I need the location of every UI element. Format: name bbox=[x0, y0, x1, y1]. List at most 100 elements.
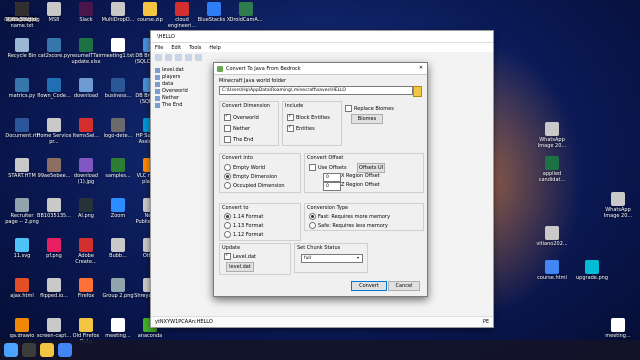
desktop-icon[interactable]: qa.drawio bbox=[4, 318, 40, 339]
tree-item-nether[interactable]: Nether bbox=[155, 95, 211, 102]
checkbox-level-dat[interactable]: Level.dat bbox=[224, 252, 256, 260]
desktop-icon[interactable]: download (1).jpg bbox=[68, 158, 104, 185]
redo-icon[interactable] bbox=[185, 53, 192, 61]
desktop-icon[interactable]: course.zip bbox=[132, 2, 168, 23]
level-dat-button[interactable]: level.dat bbox=[226, 262, 254, 272]
tree-item-the-end[interactable]: The End bbox=[155, 102, 211, 109]
chunk-status-select[interactable]: full bbox=[301, 254, 363, 263]
file-explorer-icon[interactable] bbox=[40, 343, 54, 357]
menu-file[interactable]: File bbox=[155, 45, 163, 51]
desktop-icon[interactable]: 99ae5ebee... bbox=[36, 158, 72, 179]
desktop-icon[interactable]: Zoom bbox=[100, 198, 136, 219]
desktop-icon[interactable]: Slack bbox=[68, 2, 104, 23]
desktop-icon[interactable]: Recruiter page -- 2.png bbox=[4, 198, 40, 225]
checkbox-entities[interactable]: Entities bbox=[287, 124, 315, 132]
radio-empty-dimension[interactable]: Empty Dimension bbox=[224, 173, 277, 180]
folder-path-input[interactable]: C:\Users\Hp\AppData\Roaming\.minecraft\s… bbox=[219, 86, 413, 95]
chevron-down-icon[interactable]: ▾ bbox=[357, 255, 359, 260]
cancel-button[interactable]: Cancel bbox=[388, 281, 420, 291]
desktop-icon[interactable]: Document.rtf bbox=[4, 118, 40, 139]
desktop-icon[interactable]: Group 2.png bbox=[100, 278, 136, 299]
checkbox-use-offsets[interactable]: Use Offsets bbox=[309, 164, 347, 171]
menu-tools[interactable]: Tools bbox=[189, 45, 201, 51]
biomes-button[interactable]: Biomes bbox=[351, 114, 383, 124]
radio-fast[interactable]: Fast: Requires more memory bbox=[309, 213, 390, 220]
desktop-icon[interactable]: meeting... bbox=[100, 318, 136, 339]
menu-edit[interactable]: Edit bbox=[171, 45, 181, 51]
chrome-icon[interactable] bbox=[58, 343, 72, 357]
desktop-icon[interactable]: WhatsApp Image 20... bbox=[600, 192, 636, 219]
file-icon bbox=[79, 278, 93, 292]
desktop-icon[interactable]: BB1035135... bbox=[36, 198, 72, 219]
checkbox-the-end[interactable]: The End bbox=[224, 136, 253, 143]
desktop-icon[interactable]: meeting... bbox=[600, 318, 636, 339]
save-icon[interactable] bbox=[165, 53, 172, 61]
checkbox-replace-biomes[interactable]: Replace Biomes bbox=[345, 105, 394, 112]
menu-help[interactable]: Help bbox=[209, 45, 220, 51]
radio-1-14-format[interactable]: 1.14 Format bbox=[224, 213, 263, 220]
tree-item-overworld[interactable]: Overworld bbox=[155, 88, 211, 95]
desktop-icon[interactable]: ajax.html bbox=[4, 278, 40, 299]
dialog-titlebar[interactable]: Convert To Java From Bedrock ✕ bbox=[214, 63, 427, 75]
desktop-icon[interactable]: Recycle Bin bbox=[4, 38, 40, 59]
desktop-icon[interactable]: Adobe Create... bbox=[68, 238, 104, 265]
radio-occupied-dimension[interactable]: Occupied Dimension bbox=[224, 182, 285, 189]
desktop-icon[interactable]: Home Service pr... bbox=[36, 118, 72, 145]
desktop-icon[interactable]: vitiano202... bbox=[534, 226, 570, 247]
desktop-icon[interactable]: Firefox bbox=[68, 278, 104, 299]
open-icon[interactable] bbox=[155, 53, 162, 61]
radio-1-13-format[interactable]: 1.13 Format bbox=[224, 222, 263, 229]
convert-dialog[interactable]: Convert To Java From Bedrock ✕ Minecraft… bbox=[213, 62, 428, 297]
checkbox-overworld[interactable]: Overworld bbox=[224, 113, 259, 121]
desktop-icon[interactable]: meeting1.txt bbox=[100, 38, 136, 59]
checkbox-nether[interactable]: Nether bbox=[224, 125, 250, 132]
desktop-icon[interactable]: MS8 bbox=[36, 2, 72, 23]
desktop-icon[interactable]: screen-capt... bbox=[36, 318, 72, 339]
browse-folder-icon[interactable] bbox=[413, 86, 422, 97]
undo-icon[interactable] bbox=[175, 53, 182, 61]
search-icon[interactable] bbox=[22, 343, 36, 357]
desktop-icon[interactable]: cat2score.py bbox=[36, 38, 72, 59]
desktop-icon[interactable]: upgrade.png bbox=[574, 260, 610, 281]
checkbox-block-entities[interactable]: Block Entities bbox=[287, 113, 330, 121]
window-titlebar[interactable]: \HELLO bbox=[151, 31, 493, 43]
convert-button[interactable]: Convert bbox=[351, 281, 387, 291]
x-offset-spinner[interactable]: 0 bbox=[323, 173, 341, 182]
radio-empty-world[interactable]: Empty World bbox=[224, 164, 265, 171]
radio-safe[interactable]: Safe: Requires less memory bbox=[309, 222, 388, 229]
desktop-icon[interactable]: resumeITTair update.xlsx bbox=[68, 38, 104, 65]
start-icon[interactable] bbox=[4, 343, 18, 357]
desktop-icon[interactable]: cloud engineeri... bbox=[164, 2, 200, 29]
tree-item-data[interactable]: data bbox=[155, 81, 211, 88]
desktop-icon[interactable]: DroidCamA... bbox=[228, 2, 264, 23]
desktop-icon[interactable]: AI.png bbox=[68, 198, 104, 219]
close-icon[interactable]: ✕ bbox=[415, 63, 427, 74]
tree-item-level-dat[interactable]: level.dat bbox=[155, 67, 211, 74]
desktop-icon-label: logo-dete... bbox=[103, 133, 133, 139]
z-offset-spinner[interactable]: 0 bbox=[323, 182, 341, 191]
tree-item-label: players bbox=[162, 74, 181, 80]
radio-1-12-format[interactable]: 1.12 Format bbox=[224, 231, 263, 238]
desktop-icon[interactable]: applied candidat... bbox=[534, 156, 570, 183]
desktop-icon[interactable]: flipped.io... bbox=[36, 278, 72, 299]
desktop-icon[interactable]: ItemsSel... bbox=[68, 118, 104, 139]
refresh-icon[interactable] bbox=[195, 53, 202, 61]
desktop-icon[interactable]: BlueStacks X bbox=[196, 2, 232, 23]
desktop-icon[interactable]: flown_Code... bbox=[36, 78, 72, 99]
desktop-icon[interactable]: WhatsApp Image 20... bbox=[534, 122, 570, 149]
file-icon bbox=[611, 318, 625, 332]
desktop-icon[interactable]: matrics.py bbox=[4, 78, 40, 99]
desktop-icon[interactable]: OBS Studio bbox=[4, 2, 40, 23]
desktop-icon[interactable]: 11.svg bbox=[4, 238, 40, 259]
desktop-icon[interactable]: MultiDropD... bbox=[100, 2, 136, 23]
offsets-ui-button[interactable]: Offsets UI bbox=[357, 163, 385, 173]
desktop-icon[interactable]: course.html bbox=[534, 260, 570, 281]
desktop-icon[interactable]: logo-dete... bbox=[100, 118, 136, 139]
desktop-icon[interactable]: START.HTM bbox=[4, 158, 40, 179]
desktop-icon[interactable]: samples... bbox=[100, 158, 136, 179]
desktop-icon[interactable]: business... bbox=[100, 78, 136, 99]
tree-item-players[interactable]: players bbox=[155, 74, 211, 81]
desktop-icon[interactable]: Bubb... bbox=[100, 238, 136, 259]
desktop-icon[interactable]: download bbox=[68, 78, 104, 99]
desktop-icon[interactable]: pf.png bbox=[36, 238, 72, 259]
